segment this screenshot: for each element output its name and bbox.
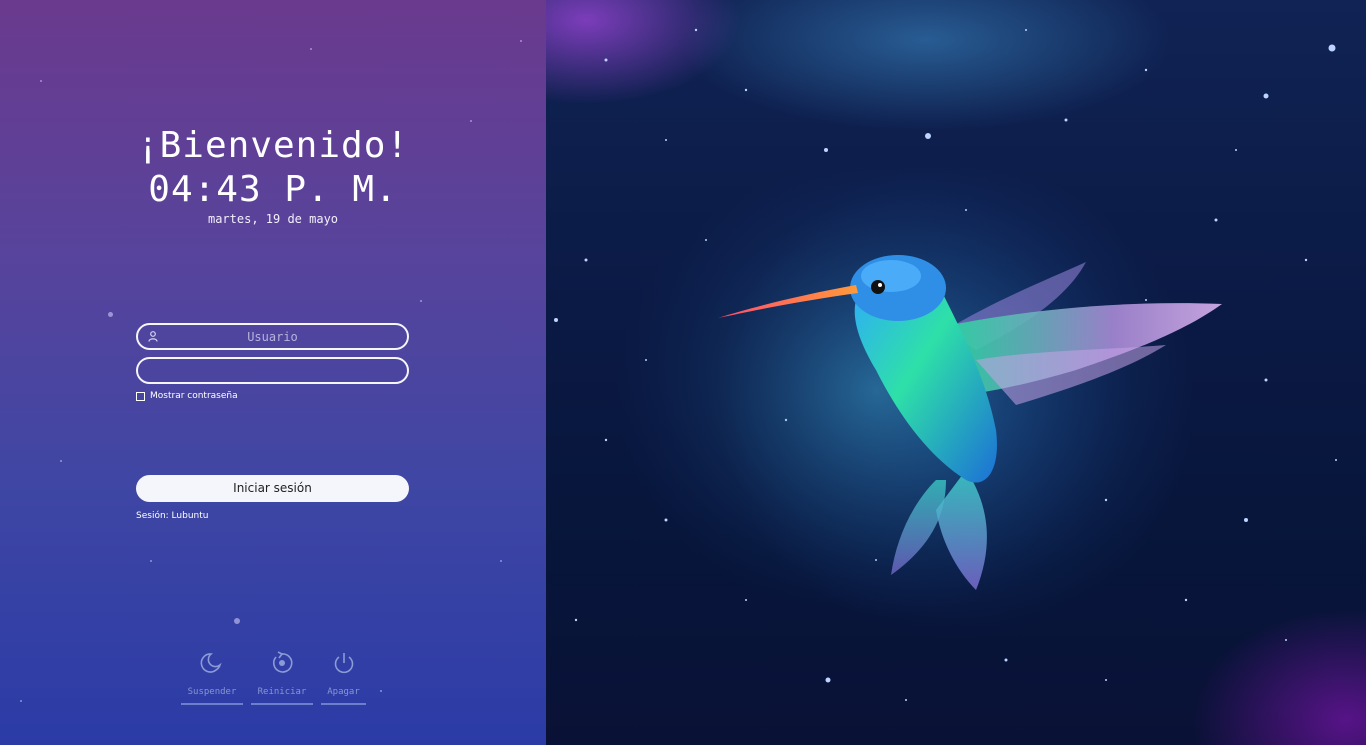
login-screen: ¡Bienvenido! 04:43 P. M. martes, 19 de m…: [0, 0, 1366, 745]
restart-button[interactable]: Reiniciar: [251, 650, 313, 705]
password-field[interactable]: [136, 357, 409, 384]
password-input[interactable]: [138, 359, 407, 382]
hummingbird-wallpaper: [546, 0, 1366, 745]
date-label: martes, 19 de mayo: [207, 212, 339, 226]
moon-icon: [200, 653, 222, 673]
login-button[interactable]: Iniciar sesión: [136, 475, 409, 502]
restart-icon: [272, 651, 293, 673]
restart-label: Reiniciar: [257, 687, 307, 697]
welcome-title: ¡Bienvenido!: [136, 125, 410, 166]
show-password-label: Mostrar contraseña: [150, 391, 238, 401]
suspend-label: Suspender: [187, 687, 237, 697]
show-password-toggle[interactable]: Mostrar contraseña: [136, 391, 238, 401]
session-selector[interactable]: Sesión: Lubuntu: [136, 511, 208, 521]
power-actions: Suspender Reiniciar Apagar: [181, 650, 366, 705]
shutdown-label: Apagar: [327, 687, 360, 697]
shutdown-button[interactable]: Apagar: [321, 650, 366, 705]
wallpaper-art: [554, 28, 1337, 701]
username-input[interactable]: [138, 325, 407, 348]
username-field[interactable]: [136, 323, 409, 350]
suspend-button[interactable]: Suspender: [181, 650, 243, 705]
show-password-checkbox[interactable]: [136, 391, 145, 401]
login-panel: ¡Bienvenido! 04:43 P. M. martes, 19 de m…: [0, 0, 546, 745]
clock: 04:43 P. M.: [148, 169, 398, 210]
power-icon: [334, 653, 353, 674]
